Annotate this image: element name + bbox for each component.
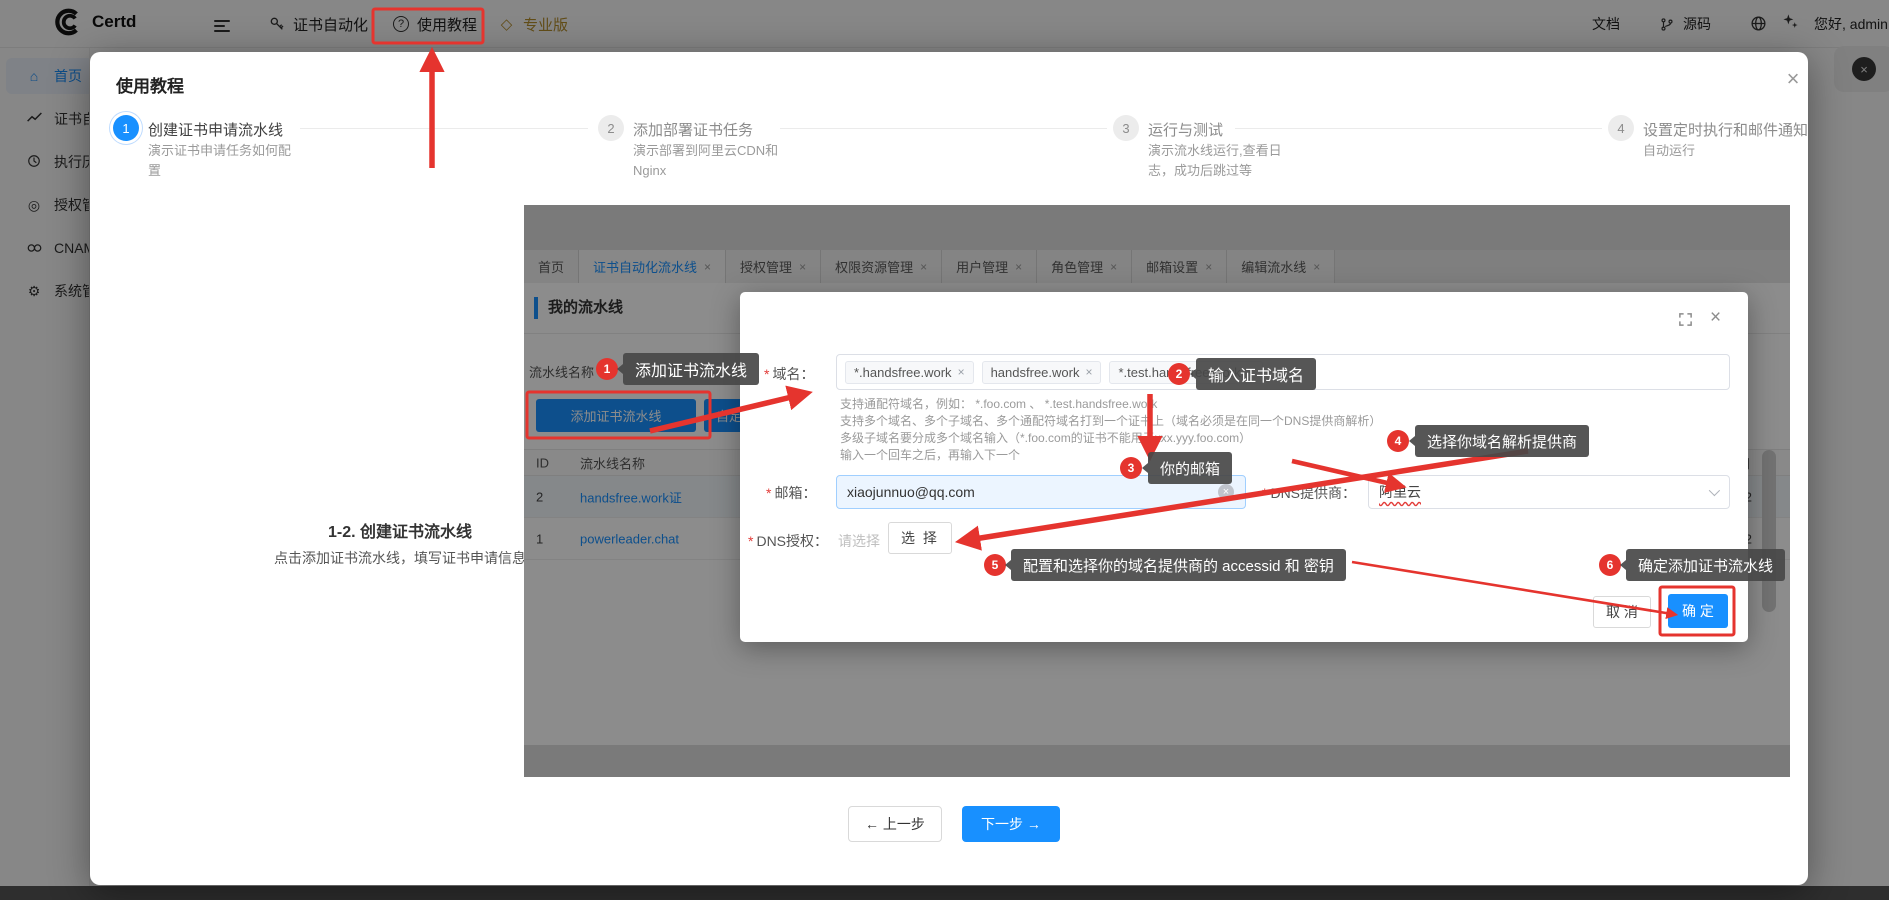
- add-pipeline-dialog: × *域名： *.handsfree.work× handsfree.work×…: [740, 292, 1748, 642]
- modal-close-icon[interactable]: ×: [1778, 64, 1808, 94]
- tutorial-modal: 使用教程 × 1 创建证书申请流水线 演示证书申请任务如何配置 2 添加部署证书…: [90, 52, 1808, 885]
- clear-input-icon[interactable]: ×: [1218, 484, 1234, 500]
- dns-auth-select-button[interactable]: 选 择: [888, 522, 952, 554]
- step-divider: [300, 128, 588, 129]
- domain-label: *域名：: [764, 364, 814, 384]
- email-input[interactable]: [836, 475, 1246, 509]
- fullscreen-icon[interactable]: [1678, 312, 1693, 330]
- modal-title: 使用教程: [116, 72, 184, 97]
- dns-provider-label: *DNS提供商：: [1262, 483, 1356, 503]
- dns-provider-value: 阿里云: [1379, 482, 1421, 502]
- next-step-button[interactable]: 下一步 →: [962, 806, 1060, 842]
- step-3-desc: 演示流水线运行,查看日志，成功后跳过等: [1148, 141, 1300, 181]
- step-divider: [780, 128, 1107, 129]
- dns-provider-select[interactable]: 阿里云: [1368, 475, 1730, 509]
- email-label: *邮箱：: [766, 483, 816, 503]
- chevron-down-icon: [1709, 485, 1720, 496]
- confirm-button[interactable]: 确 定: [1668, 594, 1728, 628]
- cancel-button[interactable]: 取 消: [1593, 596, 1651, 628]
- step-1-circle: 1: [113, 115, 139, 141]
- dialog-close-icon[interactable]: ×: [1710, 307, 1721, 329]
- step-2-title: 添加部署证书任务: [633, 119, 753, 140]
- prev-step-button[interactable]: ← 上一步: [848, 806, 942, 842]
- step-3-circle: 3: [1113, 115, 1139, 141]
- step-4-title: 设置定时执行和邮件通知: [1643, 119, 1808, 140]
- step-2-circle: 2: [598, 115, 624, 141]
- step-3-title: 运行与测试: [1148, 119, 1223, 140]
- step-2-desc: 演示部署到阿里云CDN和Nginx: [633, 141, 785, 181]
- domain-tags-input[interactable]: *.handsfree.work× handsfree.work× *.test…: [836, 354, 1730, 390]
- tutorial-screenshot: 首页 证书自动化流水线× 授权管理× 权限资源管理× 用户管理× 角色管理× 邮…: [524, 205, 1790, 777]
- domain-tag[interactable]: *.test.handsfree.work×: [1109, 361, 1262, 384]
- dns-auth-label: *DNS授权：: [748, 531, 828, 551]
- tag-remove-icon[interactable]: ×: [1085, 365, 1092, 379]
- tag-remove-icon[interactable]: ×: [958, 365, 965, 379]
- domain-tag[interactable]: handsfree.work×: [982, 361, 1102, 384]
- tag-remove-icon[interactable]: ×: [1247, 365, 1254, 379]
- step-1-desc: 演示证书申请任务如何配置: [148, 141, 300, 181]
- dns-auth-placeholder: 请选择: [838, 531, 880, 551]
- step-4-desc: 自动运行: [1643, 141, 1813, 161]
- step-4-circle: 4: [1608, 115, 1634, 141]
- domain-tag[interactable]: *.handsfree.work×: [845, 361, 974, 384]
- step-divider: [1235, 128, 1602, 129]
- bottom-edge-strip: [0, 886, 1889, 900]
- step-1-title: 创建证书申请流水线: [148, 119, 283, 140]
- domain-help-text: 支持通配符域名，例如： *.foo.com 、 *.test.handsfree…: [840, 396, 1381, 464]
